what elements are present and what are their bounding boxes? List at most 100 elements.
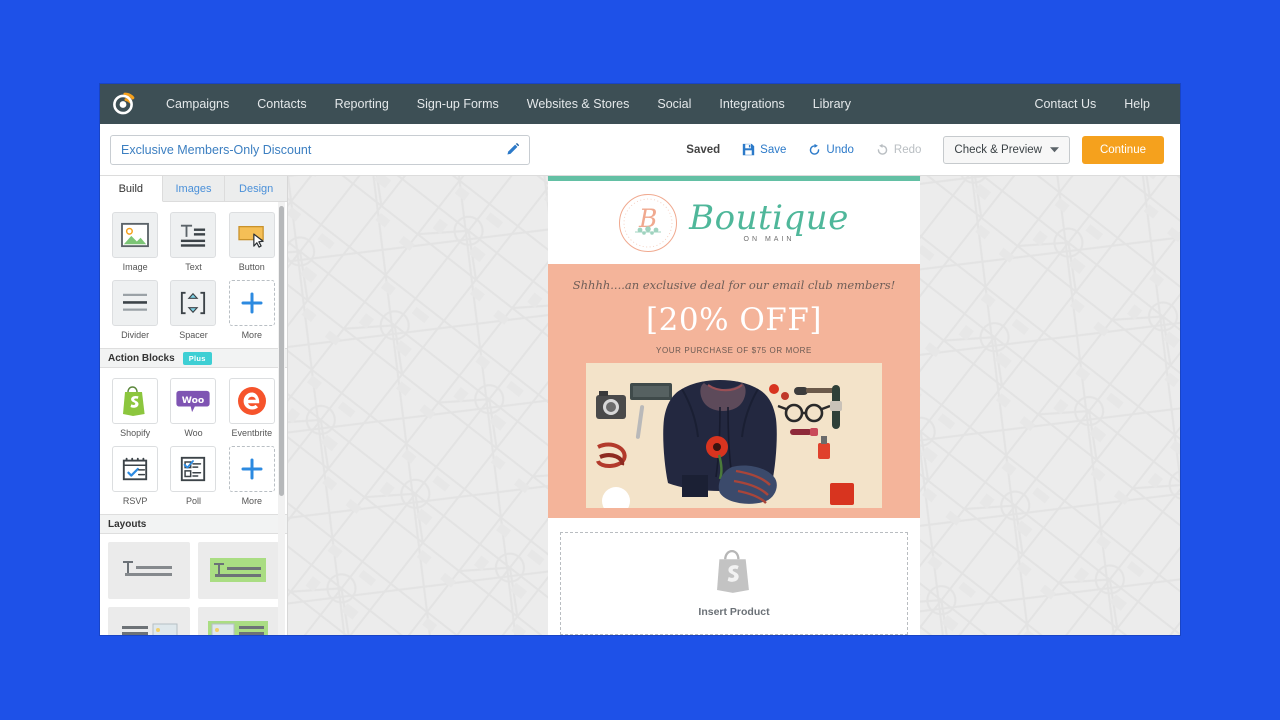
eventbrite-icon — [228, 378, 275, 424]
boutique-monogram-icon: B — [619, 193, 678, 252]
layout-text-image-highlighted[interactable] — [197, 607, 279, 635]
action-block-shopify[interactable]: Shopify — [108, 378, 162, 438]
campaign-title-input[interactable] — [121, 142, 505, 157]
build-block-spacer[interactable]: Spacer — [166, 280, 220, 340]
sidebar-scroll-area: Image Text Button Divider Spacer More Ac… — [100, 202, 287, 635]
action-block-rsvp[interactable]: RSVP — [108, 446, 162, 506]
promo-block[interactable]: Shhhh....an exclusive deal for our email… — [548, 264, 920, 518]
build-block-label: Divider — [121, 330, 150, 340]
plus-plan-badge: Plus — [182, 351, 212, 365]
nav-item-reporting[interactable]: Reporting — [321, 84, 403, 124]
build-block-label: More — [241, 330, 263, 340]
action-block-poll[interactable]: Poll — [166, 446, 220, 506]
floppy-disk-icon — [742, 143, 755, 156]
layouts-header: Layouts — [100, 514, 287, 534]
layout-text-plain[interactable] — [108, 542, 190, 599]
undo-arrow-icon — [808, 143, 821, 156]
nav-item-sign-up-forms[interactable]: Sign-up Forms — [403, 84, 513, 124]
poll-icon — [170, 446, 217, 492]
nav-item-campaigns[interactable]: Campaigns — [152, 84, 243, 124]
campaign-title-field[interactable] — [110, 134, 530, 165]
nav-item-websites-stores[interactable]: Websites & Stores — [513, 84, 644, 124]
promo-teaser-text: Shhhh....an exclusive deal for our email… — [572, 278, 896, 292]
save-label: Save — [760, 143, 787, 156]
divider-icon — [112, 280, 159, 326]
action-blocks-header: Action Blocks Plus — [100, 348, 287, 368]
primary-nav-links: Campaigns Contacts Reporting Sign-up For… — [152, 84, 865, 124]
tab-images[interactable]: Images — [162, 176, 226, 202]
build-block-label: Spacer — [179, 330, 208, 340]
text-icon — [170, 212, 217, 258]
floral-sprig-icon — [633, 222, 663, 240]
nav-item-contact-us[interactable]: Contact Us — [1020, 84, 1110, 124]
redo-arrow-icon — [876, 143, 889, 156]
layout-text-highlighted[interactable] — [197, 542, 279, 599]
insert-product-block[interactable]: Insert Product — [560, 532, 908, 635]
plus-icon — [228, 446, 275, 492]
image-icon — [112, 212, 159, 258]
save-status: Saved — [686, 143, 721, 156]
email-preview: B Boutique ON MAIN Shhhh....an exclusive… — [548, 176, 920, 635]
check-and-preview-button[interactable]: Check & Preview — [943, 135, 1070, 164]
app-window: Campaigns Contacts Reporting Sign-up For… — [100, 84, 1180, 635]
promo-headline-text: [20% OFF] — [646, 302, 822, 338]
undo-label: Undo — [826, 143, 854, 156]
product-flatlay-photo — [586, 363, 882, 508]
layouts-grid — [100, 534, 287, 635]
button-icon — [228, 212, 275, 258]
tab-design[interactable]: Design — [225, 176, 288, 202]
build-block-text[interactable]: Text — [166, 212, 220, 272]
action-block-label: Shopify — [120, 428, 151, 438]
nav-item-contacts[interactable]: Contacts — [243, 84, 320, 124]
nav-item-integrations[interactable]: Integrations — [705, 84, 798, 124]
check-preview-label: Check & Preview — [954, 143, 1042, 156]
redo-button[interactable]: Redo — [876, 143, 922, 156]
action-block-label: Woo — [184, 428, 203, 438]
build-block-label: Text — [185, 262, 202, 272]
action-block-more[interactable]: More — [225, 446, 279, 506]
redo-label: Redo — [893, 143, 922, 156]
nav-item-library[interactable]: Library — [799, 84, 865, 124]
layout-text-image-plain[interactable] — [108, 607, 190, 635]
spacer-icon — [170, 280, 217, 326]
plus-icon — [228, 280, 275, 326]
continue-button[interactable]: Continue — [1081, 135, 1164, 164]
editor-toolbar: Saved Save — [100, 124, 1180, 176]
action-block-eventbrite[interactable]: Eventbrite — [225, 378, 279, 438]
nav-item-help[interactable]: Help — [1110, 84, 1164, 124]
build-block-more[interactable]: More — [225, 280, 279, 340]
build-block-divider[interactable]: Divider — [108, 280, 162, 340]
action-block-label: Poll — [185, 496, 201, 506]
email-header-block[interactable]: B Boutique ON MAIN — [548, 181, 920, 264]
sidebar-scrollbar-thumb[interactable] — [279, 206, 284, 496]
promo-subline-text: YOUR PURCHASE OF $75 OR MORE — [656, 346, 812, 355]
build-block-image[interactable]: Image — [108, 212, 162, 272]
action-block-woo[interactable]: Woo Woo — [166, 378, 220, 438]
shopify-icon — [112, 378, 159, 424]
build-block-button[interactable]: Button — [225, 212, 279, 272]
sidebar-tabs: Build Images Design — [100, 176, 288, 202]
top-navigation-bar: Campaigns Contacts Reporting Sign-up For… — [100, 84, 1180, 124]
action-block-label: Eventbrite — [231, 428, 273, 438]
insert-product-label: Insert Product — [698, 606, 770, 618]
constant-contact-logo-icon[interactable] — [110, 90, 138, 118]
woocommerce-icon: Woo — [170, 378, 217, 424]
chevron-down-icon — [1049, 144, 1059, 156]
boutique-wordmark: Boutique ON MAIN — [689, 201, 849, 244]
pencil-icon[interactable] — [505, 142, 520, 157]
toolbar-actions: Saved Save Undo Redo Check & Preview Con… — [686, 135, 1164, 164]
email-canvas: B Boutique ON MAIN Shhhh....an exclusive… — [288, 176, 1180, 635]
nav-item-social[interactable]: Social — [643, 84, 705, 124]
promo-image-block[interactable] — [548, 363, 920, 508]
action-block-label: More — [241, 496, 263, 506]
action-block-label: RSVP — [122, 496, 148, 506]
build-block-label: Image — [122, 262, 148, 272]
undo-button[interactable]: Undo — [808, 143, 854, 156]
tab-build[interactable]: Build — [100, 176, 163, 202]
save-button[interactable]: Save — [742, 143, 786, 156]
wordmark-tagline: ON MAIN — [743, 236, 795, 244]
editor-sidebar: Build Images Design Image Text Button Di… — [100, 176, 288, 635]
build-blocks-grid: Image Text Button Divider Spacer More — [100, 202, 287, 348]
action-blocks-title: Action Blocks — [108, 352, 175, 364]
editor-body: Build Images Design Image Text Button Di… — [100, 176, 1180, 635]
